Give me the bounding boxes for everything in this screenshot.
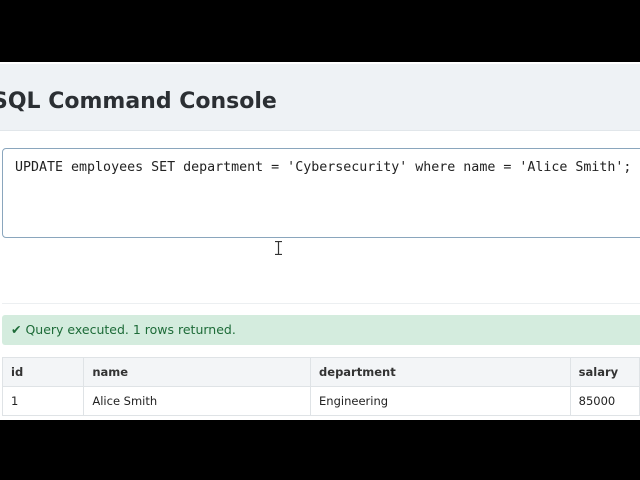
- text-cursor-icon: [275, 241, 282, 255]
- cell-name: Alice Smith: [83, 386, 312, 416]
- cell-salary: 85000: [569, 386, 640, 416]
- cell-department: Engineering: [310, 386, 571, 416]
- column-header-id[interactable]: id: [1, 357, 85, 387]
- column-header-salary[interactable]: salary: [569, 357, 640, 387]
- results-table: id name department salary 1 Alice Smith …: [1, 357, 640, 416]
- column-header-name[interactable]: name: [83, 357, 312, 387]
- status-message: ✔ Query executed. 1 rows returned.: [11, 322, 236, 337]
- page-title: SQL Command Console: [0, 89, 277, 114]
- column-header-department[interactable]: department: [310, 357, 571, 387]
- results-header-row: id name department salary: [1, 357, 640, 387]
- sql-query-input[interactable]: UPDATE employees SET department = 'Cyber…: [2, 148, 640, 238]
- status-banner: ✔ Query executed. 1 rows returned.: [2, 315, 640, 345]
- console-page: SQL Command Console UPDATE employees SET…: [0, 62, 640, 420]
- table-row: 1 Alice Smith Engineering 85000: [1, 386, 640, 416]
- cell-id: 1: [1, 386, 85, 416]
- page-header: SQL Command Console: [0, 64, 640, 131]
- divider: [2, 303, 640, 304]
